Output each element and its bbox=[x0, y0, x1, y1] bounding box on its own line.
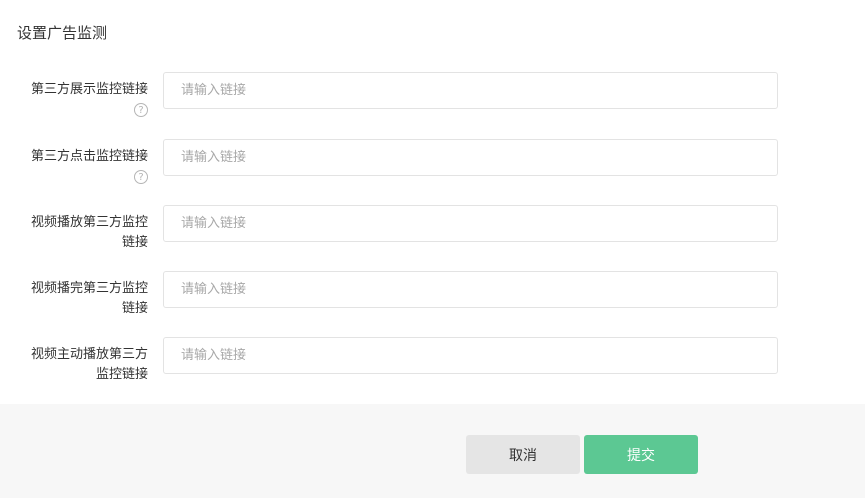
field-label-wrap: 视频播完第三方监控 链接 bbox=[8, 279, 148, 319]
video-play-link-input[interactable] bbox=[163, 205, 778, 242]
cancel-button[interactable]: 取消 bbox=[466, 435, 580, 474]
field-label-video-active-play-line2: 监控链接 bbox=[95, 367, 148, 382]
ad-monitor-dialog: 设置广告监测 第三方展示监控链接 ? 第三方点击监控链接 ? 视频播放第三方监控… bbox=[0, 0, 865, 498]
dialog-title: 设置广告监测 bbox=[17, 24, 108, 42]
field-label-wrap: 第三方点击监控链接 ? bbox=[8, 147, 148, 187]
click-link-input[interactable] bbox=[163, 139, 778, 176]
video-complete-link-input[interactable] bbox=[163, 271, 778, 308]
help-icon[interactable]: ? bbox=[134, 103, 148, 117]
submit-button[interactable]: 提交 bbox=[584, 435, 698, 474]
field-label-video-complete-line1: 视频播完第三方监控 bbox=[30, 281, 148, 296]
field-label-video-play-line1: 视频播放第三方监控 bbox=[30, 215, 148, 230]
field-label-wrap: 视频播放第三方监控 链接 bbox=[8, 213, 148, 253]
dialog-footer: 取消 提交 bbox=[0, 404, 865, 498]
field-label-video-complete-line2: 链接 bbox=[121, 301, 148, 316]
video-active-play-link-input[interactable] bbox=[163, 337, 778, 374]
field-label-wrap: 视频主动播放第三方 监控链接 bbox=[8, 345, 148, 385]
help-icon[interactable]: ? bbox=[134, 170, 148, 184]
field-label-impression: 第三方展示监控链接 bbox=[30, 82, 148, 97]
impression-link-input[interactable] bbox=[163, 72, 778, 109]
field-label-video-active-play-line1: 视频主动播放第三方 bbox=[30, 347, 148, 362]
field-label-video-play-line2: 链接 bbox=[121, 235, 148, 250]
field-label-wrap: 第三方展示监控链接 ? bbox=[8, 80, 148, 120]
field-label-click: 第三方点击监控链接 bbox=[30, 149, 148, 164]
